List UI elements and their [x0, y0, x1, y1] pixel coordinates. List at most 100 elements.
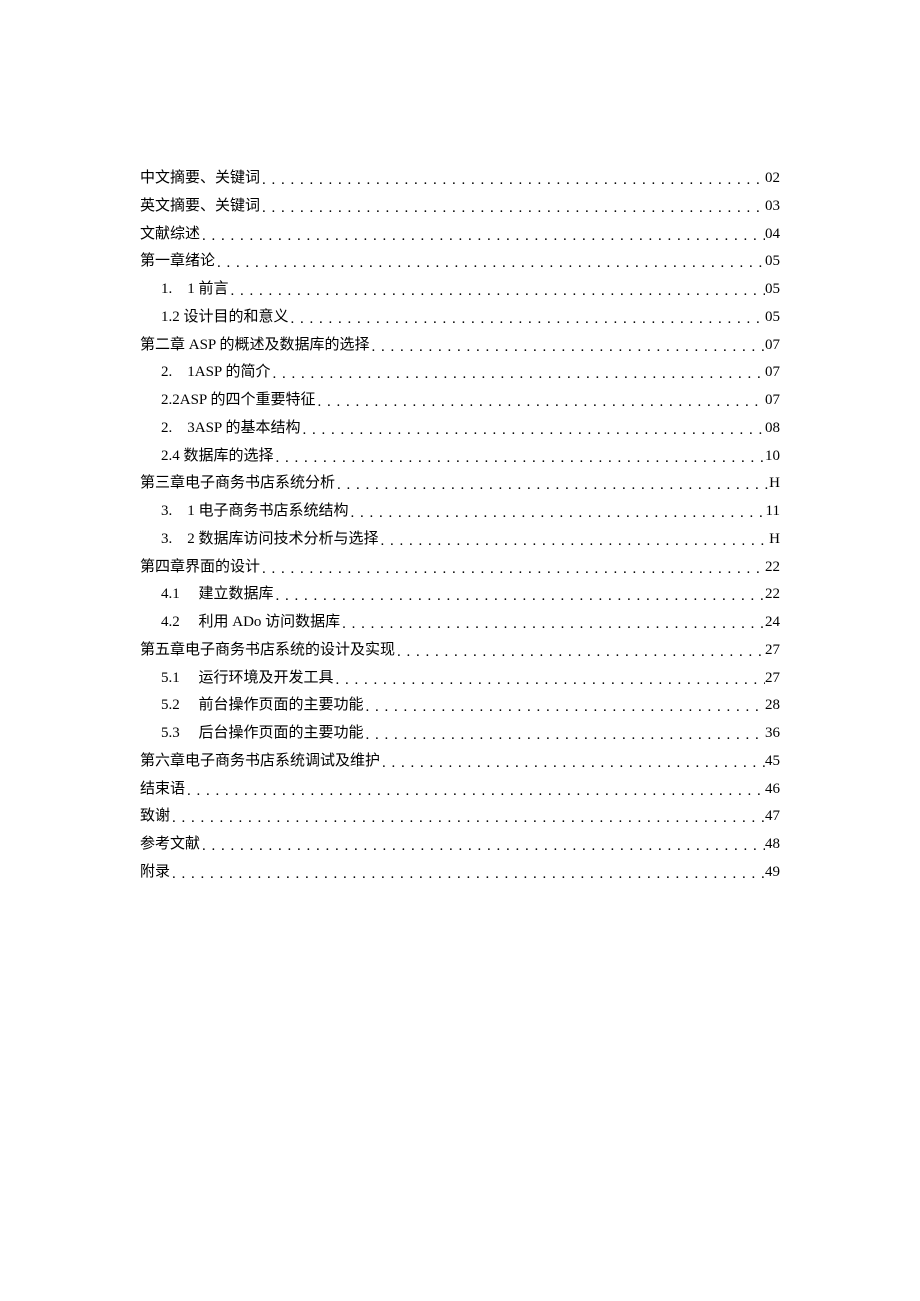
toc-entry-label: 附录 — [140, 859, 170, 887]
toc-leader-dots — [300, 417, 765, 445]
toc-entry-label: 参考文献 — [140, 831, 200, 859]
toc-entry-page: 28 — [765, 692, 780, 720]
toc-leader-dots — [260, 556, 765, 584]
toc-entry-page: 22 — [765, 554, 780, 582]
toc-leader-dots — [379, 528, 770, 556]
toc-entry-label: 中文摘要、关键词 — [140, 165, 260, 193]
toc-entry-page: 07 — [765, 359, 780, 387]
toc-entry-label: 致谢 — [140, 803, 170, 831]
toc-entry: 4.1 建立数据库 22 — [140, 581, 780, 609]
toc-entry-label: 英文摘要、关键词 — [140, 193, 260, 221]
toc-entry: 中文摘要、关键词 02 — [140, 165, 780, 193]
toc-entry-page: 27 — [765, 637, 780, 665]
toc-entry: 第二章 ASP 的概述及数据库的选择 07 — [140, 332, 780, 360]
toc-leader-dots — [274, 583, 765, 611]
toc-leader-dots — [229, 278, 765, 306]
toc-entry-label: 1.2 设计目的和意义 — [161, 304, 289, 332]
toc-entry-page: 03 — [765, 193, 780, 221]
toc-leader-dots — [364, 722, 765, 750]
toc-entry-label: 文献综述 — [140, 221, 200, 249]
toc-leader-dots — [289, 306, 765, 334]
toc-entry-page: 46 — [765, 776, 780, 804]
toc-entry: 2.4 数据库的选择 10 — [140, 443, 780, 471]
toc-leader-dots — [274, 445, 765, 473]
toc-entry-page: 02 — [765, 165, 780, 193]
toc-entry: 致谢 47 — [140, 803, 780, 831]
toc-entry-label: 5.2 前台操作页面的主要功能 — [161, 692, 364, 720]
toc-entry: 5.1 运行环境及开发工具27 — [140, 665, 780, 693]
toc-entry: 第三章电子商务书店系统分析 H — [140, 470, 780, 498]
toc-leader-dots — [200, 833, 765, 861]
toc-entry-page: 22 — [765, 581, 780, 609]
toc-entry-page: 48 — [765, 831, 780, 859]
toc-entry-label: 3. 2 数据库访问技术分析与选择 — [161, 526, 379, 554]
toc-entry-label: 1. 1 前言 — [161, 276, 229, 304]
toc-entry-label: 5.1 运行环境及开发工具 — [161, 665, 334, 693]
toc-entry-label: 2.4 数据库的选择 — [161, 443, 274, 471]
toc-leader-dots — [260, 167, 765, 195]
toc-entry: 第四章界面的设计 22 — [140, 554, 780, 582]
toc-entry-label: 4.1 建立数据库 — [161, 581, 274, 609]
toc-leader-dots — [395, 639, 765, 667]
toc-entry: 第五章电子商务书店系统的设计及实现 27 — [140, 637, 780, 665]
toc-entry: 3. 1 电子商务书店系统结构11 — [140, 498, 780, 526]
toc-entry: 5.3 后台操作页面的主要功能 36 — [140, 720, 780, 748]
toc-entry-page: 47 — [765, 803, 780, 831]
toc-entry-label: 第六章电子商务书店系统调试及维护 — [140, 748, 380, 776]
toc-entry: 1. 1 前言 05 — [140, 276, 780, 304]
toc-entry: 第一章绪论05 — [140, 248, 780, 276]
toc-entry: 3. 2 数据库访问技术分析与选择 H — [140, 526, 780, 554]
toc-entry: 附录49 — [140, 859, 780, 887]
table-of-contents: 中文摘要、关键词 02 英文摘要、关键词 03 文献综述 04第一章绪论051. 1 前言… — [140, 165, 780, 887]
toc-entry: 2. 3ASP 的基本结构 08 — [140, 415, 780, 443]
toc-entry-page: 05 — [765, 248, 780, 276]
toc-entry: 参考文献 48 — [140, 831, 780, 859]
toc-entry-label: 结束语 — [140, 776, 185, 804]
toc-entry-page: 05 — [765, 304, 780, 332]
toc-entry: 2.2ASP 的四个重要特征 07 — [140, 387, 780, 415]
toc-entry: 4.2 利用 ADo 访问数据库 24 — [140, 609, 780, 637]
toc-entry-label: 第三章电子商务书店系统分析 — [140, 470, 335, 498]
toc-leader-dots — [315, 389, 765, 417]
toc-leader-dots — [334, 667, 765, 695]
toc-entry-page: 07 — [765, 332, 780, 360]
toc-leader-dots — [340, 611, 765, 639]
toc-entry: 文献综述 04 — [140, 221, 780, 249]
toc-entry: 5.2 前台操作页面的主要功能 28 — [140, 692, 780, 720]
toc-entry: 2. 1ASP 的简介 07 — [140, 359, 780, 387]
toc-entry-page: 04 — [765, 221, 780, 249]
toc-entry-page: H — [769, 526, 780, 554]
toc-leader-dots — [170, 805, 765, 833]
toc-entry-page: 07 — [765, 387, 780, 415]
toc-entry-page: 45 — [765, 748, 780, 776]
toc-entry: 结束语 46 — [140, 776, 780, 804]
toc-entry-page: 24 — [765, 609, 780, 637]
toc-leader-dots — [369, 334, 765, 362]
toc-entry-page: 10 — [765, 443, 780, 471]
toc-entry-page: 08 — [765, 415, 780, 443]
toc-entry-label: 4.2 利用 ADo 访问数据库 — [161, 609, 340, 637]
toc-entry-label: 5.3 后台操作页面的主要功能 — [161, 720, 364, 748]
toc-leader-dots — [185, 778, 765, 806]
toc-entry: 英文摘要、关键词 03 — [140, 193, 780, 221]
toc-leader-dots — [349, 500, 766, 528]
toc-leader-dots — [260, 195, 765, 223]
toc-leader-dots — [380, 750, 765, 778]
toc-entry-page: 36 — [765, 720, 780, 748]
toc-entry-label: 第五章电子商务书店系统的设计及实现 — [140, 637, 395, 665]
toc-leader-dots — [215, 250, 765, 278]
toc-entry-page: 05 — [765, 276, 780, 304]
toc-entry-label: 2.2ASP 的四个重要特征 — [161, 387, 315, 415]
toc-entry-label: 第四章界面的设计 — [140, 554, 260, 582]
toc-leader-dots — [270, 361, 765, 389]
toc-entry: 1.2 设计目的和意义 05 — [140, 304, 780, 332]
document-page: 中文摘要、关键词 02 英文摘要、关键词 03 文献综述 04第一章绪论051. 1 前言… — [0, 0, 920, 887]
toc-entry-label: 第二章 ASP 的概述及数据库的选择 — [140, 332, 369, 360]
toc-entry-page: H — [769, 470, 780, 498]
toc-leader-dots — [170, 861, 765, 889]
toc-entry-label: 2. 3ASP 的基本结构 — [161, 415, 300, 443]
toc-leader-dots — [364, 694, 765, 722]
toc-entry-label: 2. 1ASP 的简介 — [161, 359, 270, 387]
toc-entry: 第六章电子商务书店系统调试及维护 45 — [140, 748, 780, 776]
toc-entry-page: 11 — [766, 498, 780, 526]
